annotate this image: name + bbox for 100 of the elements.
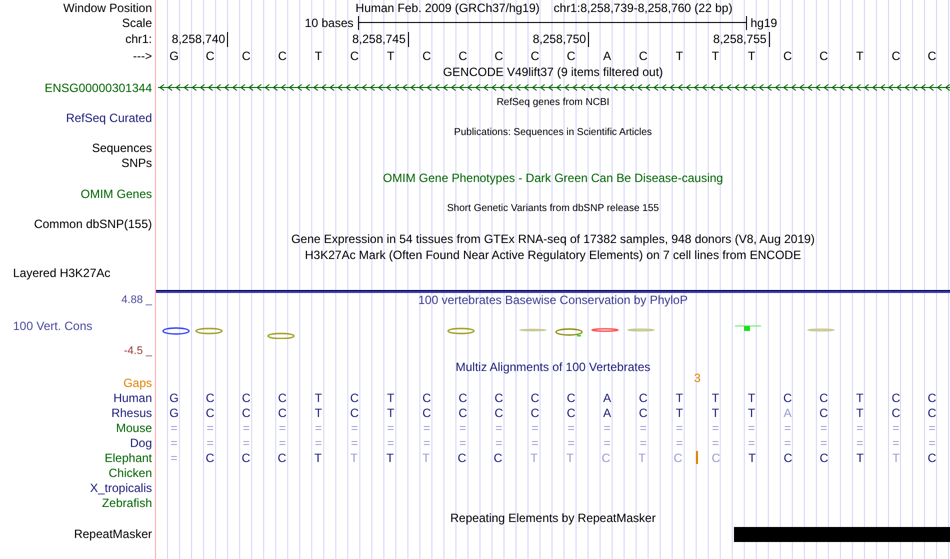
base-letter: C — [566, 390, 576, 404]
base-letter: T — [855, 450, 865, 464]
base-letter: C — [240, 49, 252, 63]
base-letter: T — [891, 450, 901, 464]
base-letter: = — [422, 436, 432, 450]
strand-label[interactable]: ---> — [133, 49, 152, 63]
species-label[interactable]: Rhesus — [111, 406, 152, 420]
base-letter: T — [746, 390, 756, 404]
track-label[interactable]: RefSeq Curated — [66, 110, 152, 124]
base-letter: = — [566, 420, 576, 434]
base-letter: C — [276, 390, 288, 404]
base-letter: = — [206, 420, 215, 434]
gap-count: 3 — [693, 372, 702, 384]
base-letter: = — [674, 436, 684, 450]
base-letter: C — [530, 406, 540, 420]
base-letter: = — [386, 436, 396, 450]
base-letter: A — [602, 49, 612, 63]
base-letter: = — [819, 436, 828, 450]
base-letter: A — [602, 390, 612, 404]
gene-label[interactable]: ENSG00000301344 — [44, 80, 152, 94]
species-label[interactable]: Chicken — [108, 466, 152, 480]
scale-text: 10 bases — [304, 16, 354, 30]
base-letter: T — [855, 390, 864, 404]
base-letter: C — [890, 406, 902, 420]
repeat-segment[interactable] — [734, 526, 770, 542]
gene-feature[interactable] — [156, 83, 950, 92]
species-label[interactable]: X_tropicalis — [90, 480, 152, 494]
base-letter: = — [206, 436, 215, 450]
base-letter: T — [747, 450, 757, 464]
base-letter: T — [386, 390, 396, 404]
base-letter: C — [457, 406, 468, 420]
species-label[interactable]: Mouse — [116, 420, 152, 434]
species-label[interactable]: Elephant — [104, 450, 152, 464]
base-letter: C — [494, 406, 504, 420]
base-letter: C — [566, 49, 576, 63]
base-letter: T — [314, 49, 324, 63]
base-letter: = — [602, 420, 612, 434]
base-letter: C — [204, 49, 216, 63]
track-title: OMIM Gene Phenotypes - Dark Green Can Be Disease-causing — [382, 171, 724, 185]
base-letter: C — [276, 49, 288, 63]
base-letter: = — [314, 420, 323, 434]
base-letter: C — [638, 406, 649, 420]
base-letter: T — [674, 390, 684, 404]
axis-max-label: 4.88 _ — [120, 294, 152, 306]
base-letter: T — [746, 49, 756, 63]
base-letter: = — [928, 436, 937, 450]
base-letter: = — [458, 420, 468, 434]
base-letter: T — [710, 49, 720, 63]
track-title: Publications: Sequences in Scientific Articles — [454, 126, 652, 140]
track-label[interactable]: Common dbSNP(155) — [34, 216, 152, 230]
track-title: Repeating Elements by RepeatMasker — [450, 511, 656, 525]
position-label: 8,258,740 — [172, 32, 228, 47]
base-letter: T — [349, 450, 359, 464]
base-letter: T — [421, 450, 431, 464]
species-label[interactable]: Zebrafish — [102, 496, 152, 510]
base-letter: T — [855, 49, 864, 63]
base-letter: C — [421, 406, 432, 420]
base-letter: T — [855, 406, 864, 420]
base-letter: G — [168, 49, 180, 63]
base-letter: C — [926, 406, 938, 420]
base-letter: = — [242, 436, 251, 450]
assembly-label: hg19 — [750, 16, 778, 30]
base-letter: G — [168, 390, 180, 404]
row-label: Scale — [122, 16, 152, 30]
base-letter: C — [456, 450, 468, 464]
base-letter: C — [530, 390, 540, 404]
base-letter: = — [891, 436, 900, 450]
position-text[interactable]: chr1:8,258,739-8,258,760 (22 bp) — [554, 0, 732, 14]
base-letter: = — [891, 420, 900, 434]
base-letter: T — [637, 450, 647, 464]
track-title: Multiz Alignments of 100 Vertebrates — [456, 360, 650, 374]
base-letter: T — [710, 406, 720, 420]
repeat-segment[interactable] — [914, 526, 950, 542]
assembly-title: Human Feb. 2009 (GRCh37/hg19) — [356, 0, 540, 14]
track-label[interactable]: RepeatMasker — [74, 527, 152, 541]
base-letter: G — [168, 406, 180, 420]
species-label[interactable]: Dog — [130, 436, 152, 450]
track-title: RefSeq genes from NCBI — [496, 96, 610, 110]
species-label[interactable]: Human — [113, 390, 152, 404]
track-title: H3K27Ac Mark (Often Found Near Active Regulatory Elements) on 7 cell lines from ENCODE — [304, 248, 802, 262]
base-letter: = — [710, 420, 720, 434]
track-label[interactable]: Layered H3K27Ac — [13, 266, 110, 280]
track-label[interactable]: Sequences — [92, 140, 152, 154]
base-letter: = — [170, 436, 179, 450]
track-label[interactable]: OMIM Genes — [80, 186, 152, 200]
track-label[interactable]: SNPs — [121, 156, 152, 170]
base-letter: C — [457, 390, 468, 404]
base-letter: C — [818, 49, 830, 63]
base-letter: C — [638, 49, 649, 63]
base-letter: T — [674, 406, 684, 420]
base-letter: = — [530, 436, 540, 450]
base-letter: C — [926, 450, 938, 464]
base-letter: C — [492, 450, 504, 464]
base-letter: C — [349, 49, 360, 63]
base-letter: C — [276, 406, 288, 420]
base-letter: = — [350, 436, 360, 450]
base-letter: C — [421, 390, 432, 404]
track-label[interactable]: 100 Vert. Cons — [0, 318, 152, 332]
insertion-mark — [696, 451, 698, 464]
position-label: 8,258,755 — [713, 32, 770, 47]
